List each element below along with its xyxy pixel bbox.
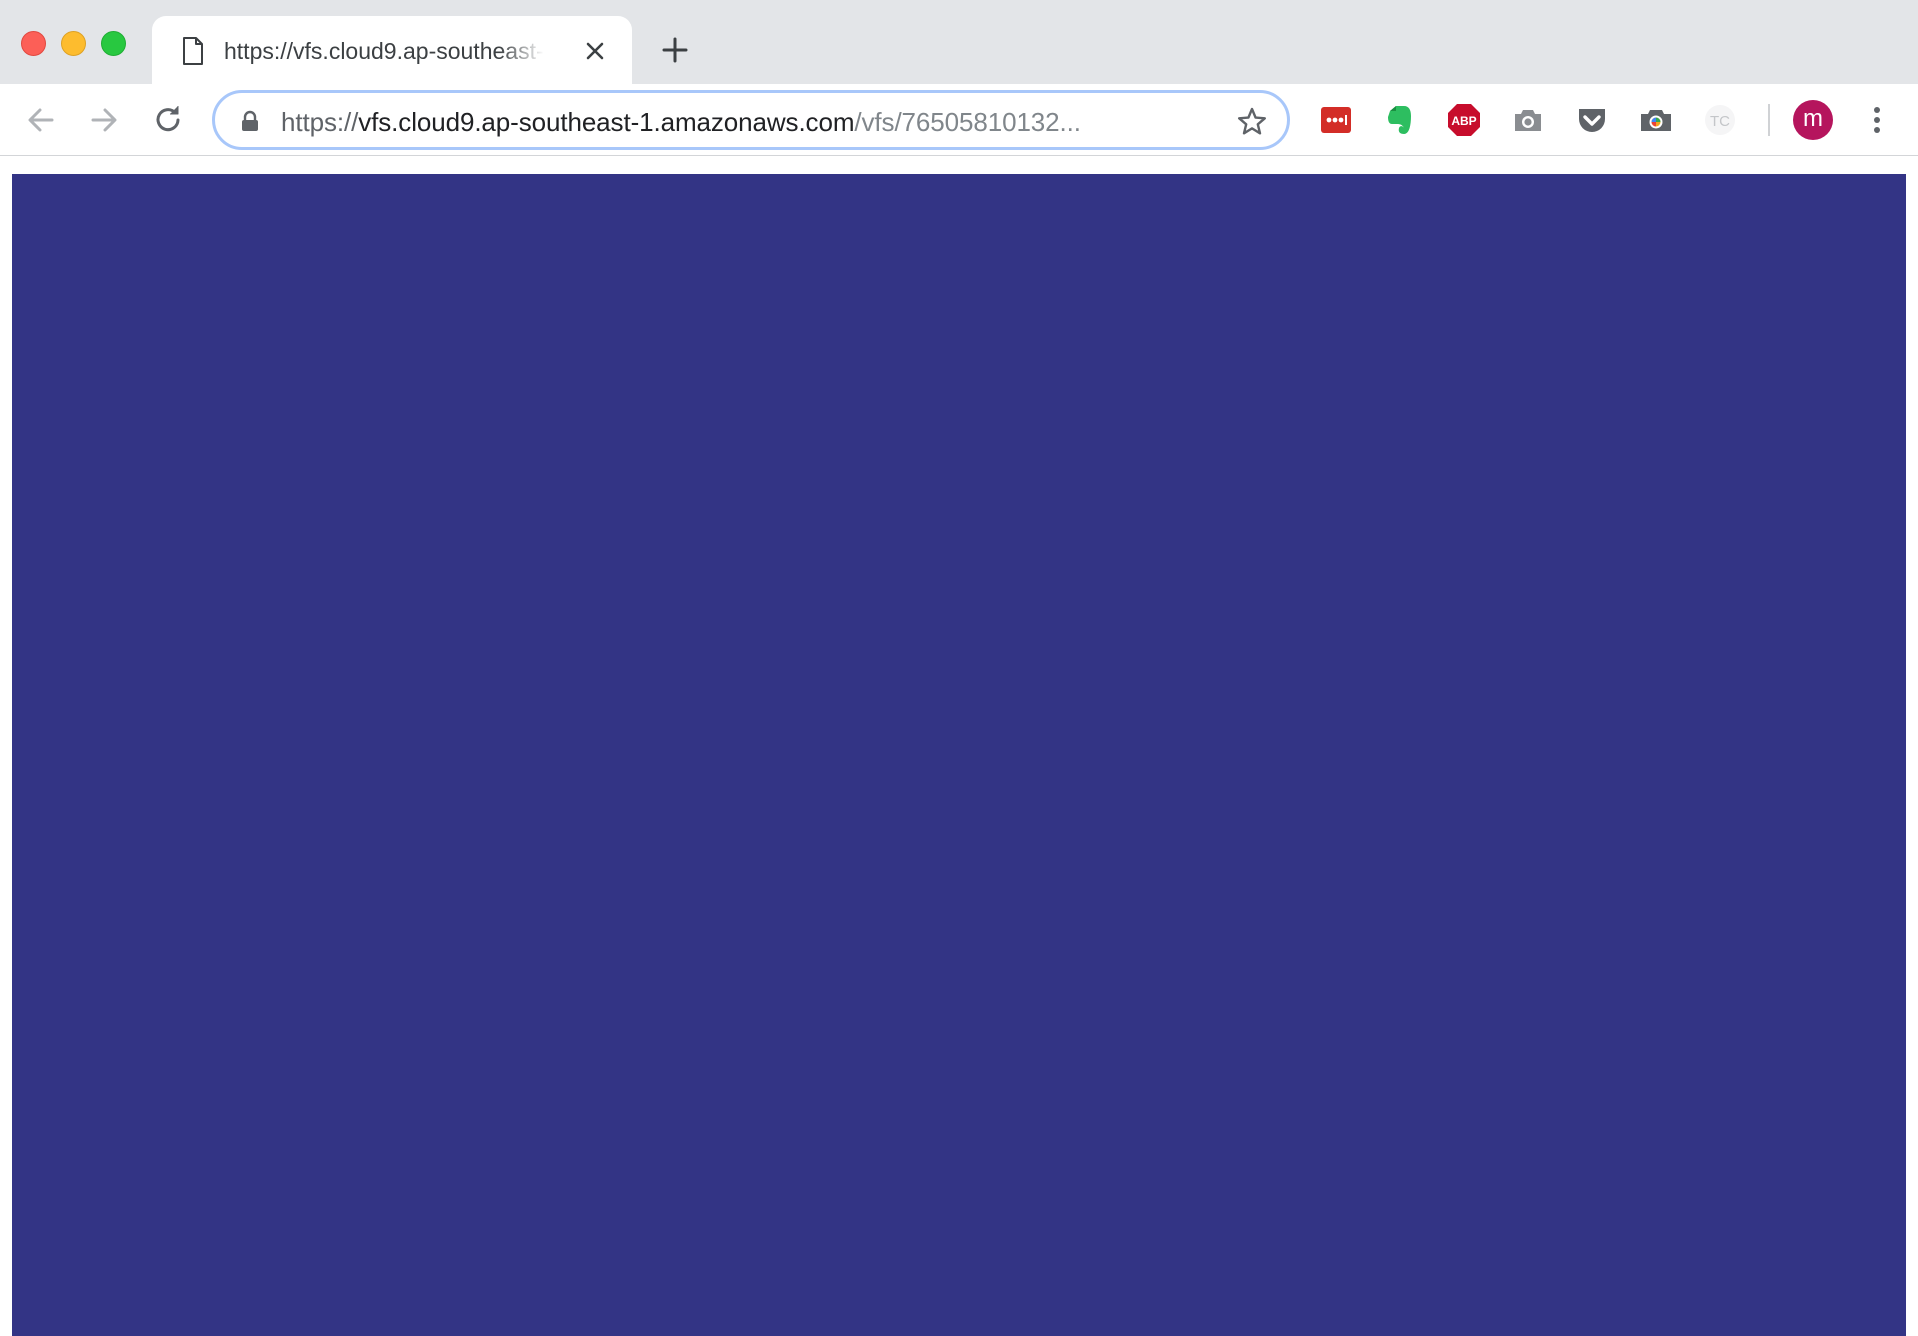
lock-icon[interactable] xyxy=(240,110,260,132)
tab-strip: https://vfs.cloud9.ap-southeast-1.amazon… xyxy=(0,0,1918,84)
more-vertical-icon[interactable] xyxy=(1862,100,1892,140)
url-host: vfs.cloud9.ap-southeast-1.amazonaws.com xyxy=(358,107,855,137)
toolbar-divider xyxy=(1768,104,1770,136)
adblock-plus-icon[interactable]: ABP xyxy=(1446,102,1482,138)
abp-label: ABP xyxy=(1451,114,1476,128)
tc-extension-icon[interactable]: TC xyxy=(1702,102,1738,138)
page-canvas[interactable] xyxy=(12,174,1906,1336)
url-scheme: https:// xyxy=(281,107,359,137)
pocket-icon[interactable] xyxy=(1574,102,1610,138)
plus-icon[interactable] xyxy=(658,33,692,67)
arrow-right-icon[interactable] xyxy=(85,101,123,139)
evernote-icon[interactable] xyxy=(1382,102,1418,138)
camera-icon[interactable] xyxy=(1510,102,1546,138)
url-path: /vfs/76505810132... xyxy=(854,107,1081,137)
close-icon[interactable] xyxy=(582,38,608,64)
document-icon xyxy=(183,37,203,65)
tc-label: TC xyxy=(1710,113,1730,130)
screenshot-camera-icon[interactable] xyxy=(1638,102,1674,138)
page-viewport xyxy=(0,157,1918,1336)
url-text[interactable]: https://vfs.cloud9.ap-southeast-1.amazon… xyxy=(281,106,1201,138)
profile-avatar[interactable]: m xyxy=(1793,100,1833,140)
star-icon[interactable] xyxy=(1236,106,1268,138)
window-maximize-button[interactable] xyxy=(101,31,126,56)
lastpass-icon[interactable] xyxy=(1318,102,1354,138)
arrow-left-icon[interactable] xyxy=(22,101,60,139)
tab-title: https://vfs.cloud9.ap-southeast-1.amazon… xyxy=(224,38,544,64)
window-close-button[interactable] xyxy=(21,31,46,56)
reload-icon[interactable] xyxy=(149,101,187,139)
browser-toolbar: https://vfs.cloud9.ap-southeast-1.amazon… xyxy=(0,84,1918,156)
active-tab[interactable]: https://vfs.cloud9.ap-southeast-1.amazon… xyxy=(152,16,632,84)
address-bar[interactable]: https://vfs.cloud9.ap-southeast-1.amazon… xyxy=(212,90,1290,150)
window-minimize-button[interactable] xyxy=(61,31,86,56)
